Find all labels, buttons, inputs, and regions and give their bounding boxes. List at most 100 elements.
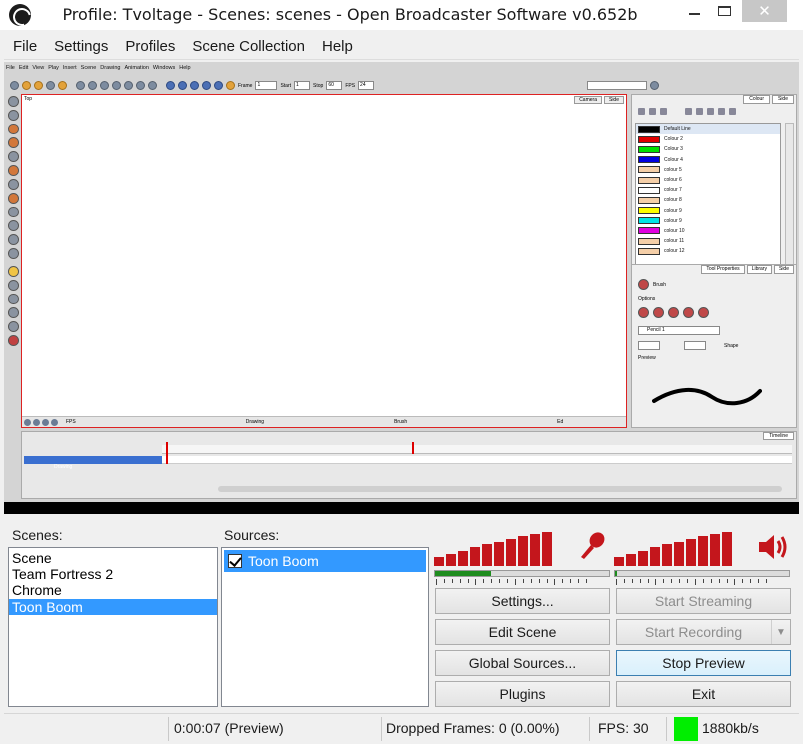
toolbar-icon bbox=[76, 81, 85, 90]
colour-swatch-row: colour 9 bbox=[636, 216, 780, 226]
maximize-icon bbox=[717, 6, 731, 16]
brush-option-icon bbox=[638, 307, 649, 318]
maximize-button[interactable] bbox=[706, 0, 742, 22]
colour-swatch bbox=[638, 145, 660, 153]
captured-menu-item: Insert bbox=[62, 65, 77, 71]
level-tick bbox=[468, 579, 469, 583]
footer-label: Ed bbox=[557, 419, 564, 425]
level-tick bbox=[703, 579, 704, 583]
captured-menu-item: Windows bbox=[152, 65, 176, 71]
meter-bar bbox=[614, 557, 624, 566]
mic-level-bar[interactable] bbox=[434, 570, 610, 577]
tool-name: Brush bbox=[653, 281, 667, 288]
captured-tool-properties: Tool Properties Library Side Brush Optio… bbox=[631, 264, 797, 428]
source-item-toon-boom[interactable]: Toon Boom bbox=[224, 550, 426, 572]
tool-tab: Side bbox=[773, 265, 794, 274]
size-field bbox=[684, 341, 706, 350]
colour-label: Colour 4 bbox=[664, 156, 683, 163]
colour-swatch bbox=[638, 135, 660, 143]
colour-swatch bbox=[638, 125, 660, 133]
toolbar-icon bbox=[88, 81, 97, 90]
footer-label: FPS bbox=[66, 419, 76, 425]
brush-option-icon bbox=[698, 307, 709, 318]
toolbar-icon bbox=[190, 81, 199, 90]
start-recording-button[interactable]: Start Recording ▼ bbox=[616, 619, 791, 645]
close-button[interactable]: ✕ bbox=[742, 0, 787, 22]
exit-button[interactable]: Exit bbox=[616, 681, 791, 707]
tool-icon bbox=[7, 137, 19, 149]
colour-label: Colour 2 bbox=[664, 136, 683, 143]
scene-item[interactable]: Chrome bbox=[9, 582, 217, 598]
colour-swatch-row: Colour 2 bbox=[636, 134, 780, 144]
colour-swatch bbox=[638, 237, 660, 245]
meter-bar bbox=[506, 539, 516, 566]
colour-swatch-row: colour 5 bbox=[636, 165, 780, 175]
settings-button[interactable]: Settings... bbox=[435, 588, 610, 614]
level-tick bbox=[742, 579, 743, 583]
colour-swatch-row: colour 7 bbox=[636, 185, 780, 195]
source-visible-checkbox[interactable] bbox=[228, 554, 242, 568]
meter-bar bbox=[650, 547, 660, 566]
scenes-list[interactable]: Scene Team Fortress 2 Chrome Toon Boom bbox=[8, 547, 218, 707]
level-tick bbox=[539, 579, 540, 583]
level-tick bbox=[483, 579, 484, 583]
start-streaming-button[interactable]: Start Streaming bbox=[616, 588, 791, 614]
toolbar-icon bbox=[226, 81, 235, 90]
scene-item[interactable]: Team Fortress 2 bbox=[9, 566, 217, 582]
menu-settings[interactable]: Settings bbox=[45, 33, 116, 59]
meter-bar bbox=[710, 534, 720, 566]
tool-icon bbox=[7, 248, 19, 259]
colour-toolbar bbox=[632, 104, 796, 118]
level-tick bbox=[578, 579, 579, 583]
tool-icon bbox=[7, 206, 19, 218]
chevron-down-icon[interactable]: ▼ bbox=[771, 620, 790, 644]
scene-item[interactable]: Scene bbox=[9, 550, 217, 566]
fps-readout: FPS: 30 bbox=[598, 720, 649, 736]
global-sources-button[interactable]: Global Sources... bbox=[435, 650, 610, 676]
menu-scene-collection[interactable]: Scene Collection bbox=[183, 33, 313, 59]
preview-area[interactable]: File Edit View Play Insert Scene Drawing… bbox=[4, 62, 799, 502]
meter-bar bbox=[446, 554, 456, 566]
status-separator bbox=[381, 717, 382, 741]
footer-icon bbox=[51, 418, 58, 426]
menu-file[interactable]: File bbox=[4, 33, 45, 59]
camera-tab: Top bbox=[24, 96, 33, 102]
plugins-button[interactable]: Plugins bbox=[435, 681, 610, 707]
close-icon: ✕ bbox=[758, 3, 771, 20]
menu-profiles[interactable]: Profiles bbox=[116, 33, 183, 59]
tool-icon bbox=[7, 279, 19, 291]
toolbar-label: FPS bbox=[345, 82, 356, 89]
desktop-level-bar[interactable] bbox=[614, 570, 790, 577]
microphone-icon[interactable] bbox=[576, 530, 608, 562]
toolbar-field: 1 bbox=[294, 81, 311, 90]
meter-bar bbox=[542, 532, 552, 566]
colour-tool-icon bbox=[649, 107, 656, 115]
captured-menu-item: Help bbox=[179, 65, 191, 71]
level-tick bbox=[695, 579, 696, 585]
tool-tab: Library bbox=[746, 265, 772, 274]
colour-tabs: Colour Side bbox=[632, 95, 796, 104]
level-tick bbox=[499, 579, 500, 583]
camera-tab: Side bbox=[603, 96, 624, 104]
camera-tabs: Camera Side bbox=[574, 96, 624, 104]
level-tick bbox=[734, 579, 735, 585]
desktop-level-ticks bbox=[616, 579, 767, 585]
speaker-icon[interactable] bbox=[757, 533, 789, 561]
colour-label: Default Line bbox=[664, 126, 691, 133]
tool-icon bbox=[7, 321, 19, 333]
toolbar-icon bbox=[58, 81, 67, 90]
sources-list[interactable]: Toon Boom bbox=[221, 547, 429, 707]
edit-scene-button[interactable]: Edit Scene bbox=[435, 619, 610, 645]
mic-level-fill bbox=[435, 571, 491, 576]
meter-bar bbox=[662, 544, 672, 566]
stop-preview-button[interactable]: Stop Preview bbox=[616, 650, 791, 676]
menu-help[interactable]: Help bbox=[313, 33, 361, 59]
scene-item[interactable]: Toon Boom bbox=[9, 598, 217, 615]
colour-label: Colour 3 bbox=[664, 146, 683, 153]
colour-label: colour 8 bbox=[664, 197, 682, 204]
level-tick bbox=[679, 579, 680, 583]
sources-label: Sources: bbox=[224, 527, 280, 543]
colour-swatch bbox=[638, 156, 660, 164]
stroke-preview bbox=[652, 387, 762, 406]
captured-menu-item: Animation bbox=[124, 65, 149, 71]
